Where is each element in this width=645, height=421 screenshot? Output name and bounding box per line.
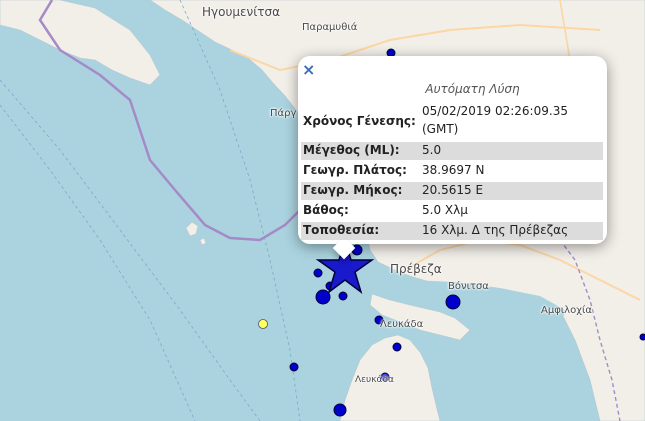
- info-label: Χρόνος Γένεσης:: [303, 114, 416, 128]
- quake-marker[interactable]: [289, 362, 299, 372]
- place-label-preveza: Πρέβεζα: [390, 262, 442, 276]
- quake-marker[interactable]: [445, 294, 461, 310]
- info-label: Γεωγρ. Μήκος:: [303, 183, 403, 197]
- quake-marker[interactable]: [333, 403, 347, 417]
- info-value: 5.0: [422, 143, 442, 157]
- place-label-amfilochia: Αμφιλοχία: [541, 305, 592, 316]
- info-row-location: Τοποθεσία: 16 Χλμ. Δ της Πρέβεζας: [301, 222, 603, 240]
- place-label-vonitsa: Βόνιτσα: [448, 281, 489, 292]
- quake-marker[interactable]: [392, 342, 402, 352]
- close-icon[interactable]: ×: [302, 62, 316, 78]
- info-label: Τοποθεσία:: [303, 223, 380, 237]
- info-row-origin-time: Χρόνος Γένεσης: 05/02/2019 02:26:09.35 (…: [301, 104, 603, 140]
- info-label: Μέγεθος (ML):: [303, 143, 400, 157]
- info-row-latitude: Γεωγρ. Πλάτος: 38.9697 N: [301, 162, 603, 180]
- place-label-parga: Πάργ: [270, 108, 297, 119]
- quake-marker[interactable]: [639, 333, 645, 341]
- info-label: Γεωγρ. Πλάτος:: [303, 163, 407, 177]
- info-value: 38.9697 N: [422, 163, 485, 177]
- quake-marker[interactable]: [338, 291, 348, 301]
- info-value-unit: (GMT): [422, 122, 459, 136]
- place-label-igoumenitsa: Ηγουμενίτσα: [202, 5, 281, 19]
- info-label: Βάθος:: [303, 203, 349, 217]
- info-row-depth: Βάθος: 5.0 Χλμ: [301, 202, 603, 220]
- place-label-lefkada-2: Λευκάδα: [355, 375, 394, 385]
- info-value: 16 Χλμ. Δ της Πρέβεζας: [422, 223, 569, 237]
- info-row-magnitude: Μέγεθος (ML): 5.0: [301, 142, 603, 160]
- info-row-longitude: Γεωγρ. Μήκος: 20.5615 E: [301, 182, 603, 200]
- quake-marker-yellow[interactable]: [258, 319, 268, 329]
- info-value: 5.0 Χλμ: [422, 203, 468, 217]
- place-label-lefkada: Λευκάδα: [380, 319, 424, 330]
- quake-marker[interactable]: [315, 289, 331, 305]
- place-label-paramythia: Παραμυθιά: [302, 22, 358, 33]
- info-value: 20.5615 E: [422, 183, 484, 197]
- popup-title: Αυτόματη Λύση: [425, 82, 520, 96]
- info-value: 05/02/2019 02:26:09.35: [422, 104, 568, 118]
- quake-marker[interactable]: [313, 268, 323, 278]
